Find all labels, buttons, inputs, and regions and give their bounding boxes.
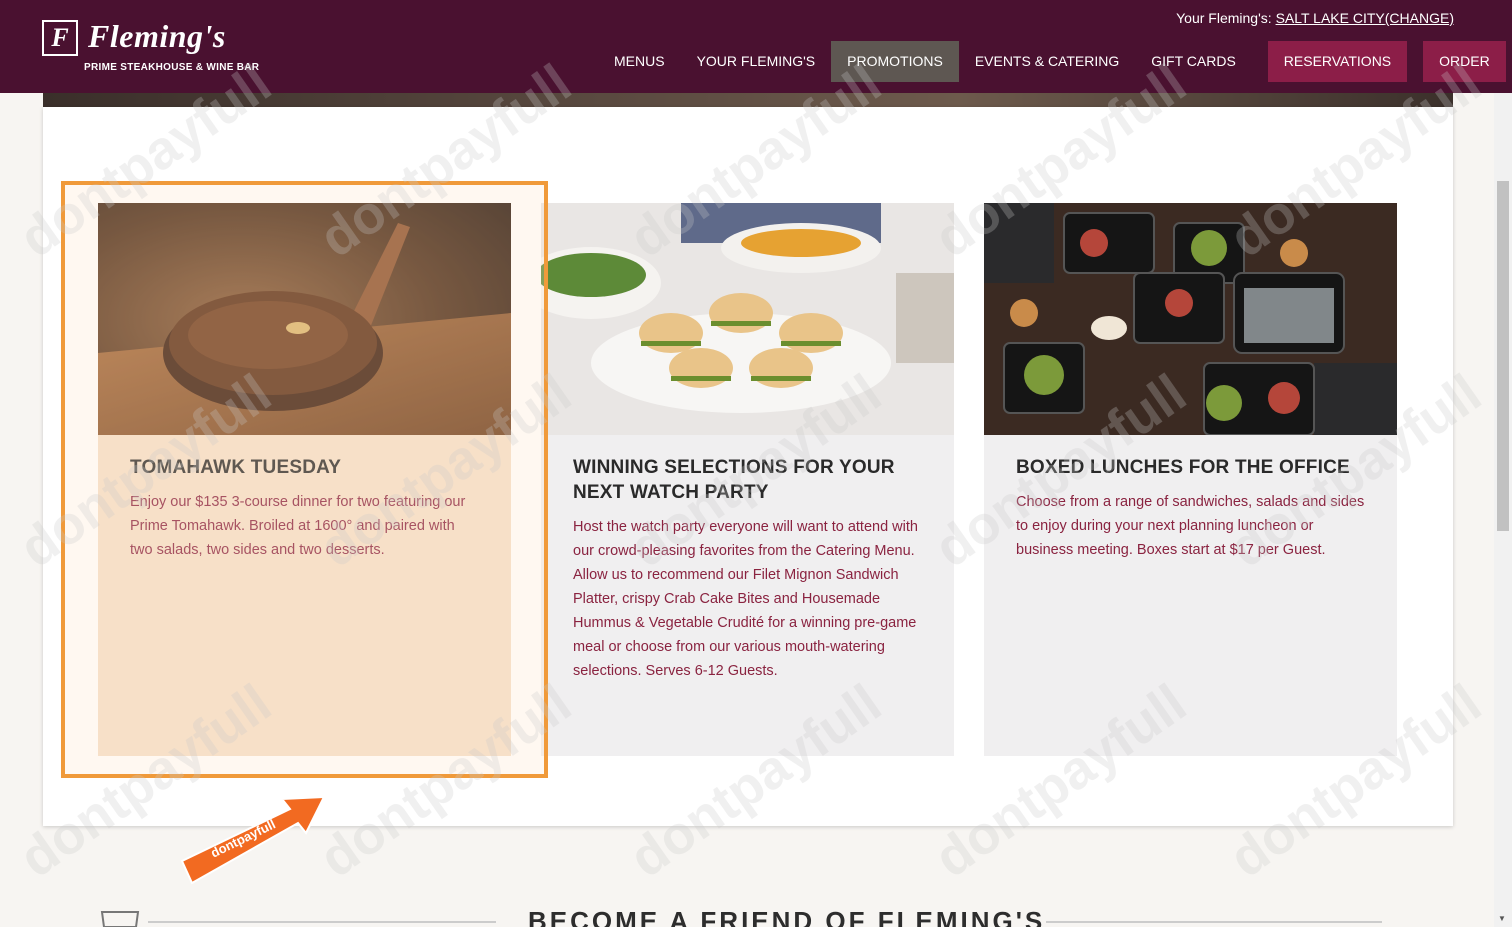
scrollbar-thumb[interactable] bbox=[1497, 181, 1509, 531]
scroll-down-arrow-icon[interactable]: ▼ bbox=[1498, 914, 1506, 923]
promo-card-boxed-lunches[interactable]: BOXED LUNCHES FOR THE OFFICE Choose from… bbox=[984, 203, 1397, 756]
main-nav: MENUS YOUR FLEMING'S PROMOTIONS EVENTS &… bbox=[598, 41, 1512, 82]
logo-name: Fleming's bbox=[88, 18, 226, 54]
location-city-link[interactable]: SALT LAKE CITY bbox=[1276, 10, 1385, 26]
card-title: BOXED LUNCHES FOR THE OFFICE bbox=[1016, 457, 1350, 478]
page-scrollbar[interactable]: ▼ bbox=[1494, 93, 1512, 927]
watermark-arrow-badge: dontpayfull bbox=[178, 795, 328, 895]
card-description: Host the watch party everyone will want … bbox=[573, 519, 918, 679]
site-header: F Fleming's PRIME STEAKHOUSE & WINE BAR … bbox=[0, 0, 1512, 93]
nav-events-catering[interactable]: EVENTS & CATERING bbox=[959, 41, 1135, 82]
logo-mark: F bbox=[42, 20, 78, 56]
wine-glass-icon bbox=[100, 910, 140, 927]
location-selector: Your Fleming's: SALT LAKE CITY(CHANGE) bbox=[1176, 10, 1454, 26]
nav-your-flemings[interactable]: YOUR FLEMING'S bbox=[681, 41, 832, 82]
logo-tagline: PRIME STEAKHOUSE & WINE BAR bbox=[84, 62, 260, 73]
order-button[interactable]: ORDER bbox=[1423, 41, 1506, 82]
card-title: TOMAHAWK TUESDAY bbox=[130, 457, 342, 478]
promo-card-watch-party[interactable]: WINNING SELECTIONS FOR YOUR NEXT WATCH P… bbox=[541, 203, 954, 756]
nav-gift-cards[interactable]: GIFT CARDS bbox=[1135, 41, 1252, 82]
flemings-logo[interactable]: F Fleming's PRIME STEAKHOUSE & WINE BAR bbox=[42, 18, 259, 76]
location-prefix: Your Fleming's: bbox=[1176, 10, 1272, 26]
hamburger-icon[interactable] bbox=[1508, 41, 1512, 82]
nav-promotions[interactable]: PROMOTIONS bbox=[831, 41, 959, 82]
friend-section-title: BECOME A FRIEND OF FLEMING'S bbox=[528, 906, 1046, 927]
reservations-button[interactable]: RESERVATIONS bbox=[1267, 41, 1408, 82]
card-description: Enjoy our $135 3-course dinner for two f… bbox=[130, 494, 466, 558]
location-change-link[interactable]: (CHANGE) bbox=[1385, 10, 1454, 26]
hero-image-strip bbox=[43, 93, 1453, 107]
tomahawk-steak-image bbox=[98, 203, 511, 435]
card-title: WINNING SELECTIONS FOR YOUR NEXT WATCH P… bbox=[573, 457, 895, 503]
divider-right bbox=[1046, 921, 1382, 923]
divider-left bbox=[148, 921, 496, 923]
nav-menus[interactable]: MENUS bbox=[598, 41, 681, 82]
boxed-lunches-image bbox=[984, 203, 1397, 435]
card-description: Choose from a range of sandwiches, salad… bbox=[1016, 494, 1365, 558]
sandwich-platter-image bbox=[541, 203, 954, 435]
promo-card-tomahawk[interactable]: TOMAHAWK TUESDAY Enjoy our $135 3-course… bbox=[98, 203, 511, 756]
